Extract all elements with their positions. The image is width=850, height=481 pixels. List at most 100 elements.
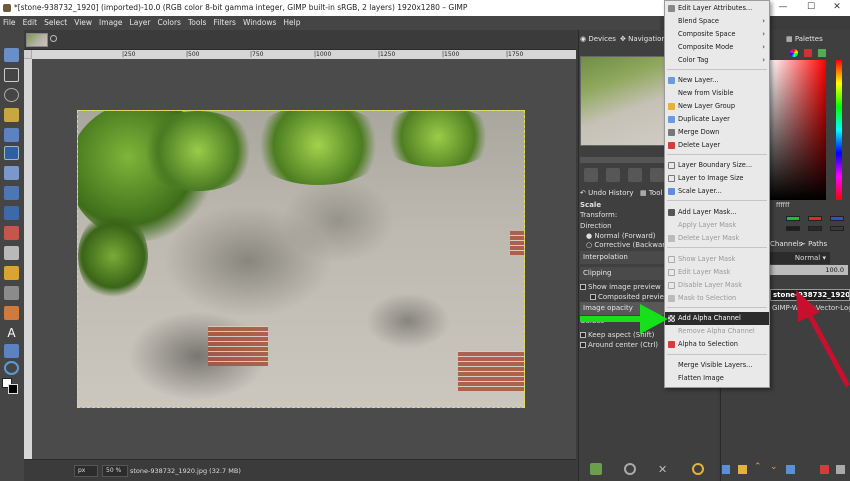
tab-tool-options[interactable]: ▦ Tool xyxy=(640,187,662,199)
around-center-checkbox[interactable]: Around center (Ctrl) xyxy=(580,340,658,350)
bucket-fill-tool-icon[interactable] xyxy=(4,206,19,220)
delete-layer-icon[interactable] xyxy=(820,465,829,474)
menu-colors[interactable]: Colors xyxy=(154,16,185,30)
menu-disable-layer-mask[interactable]: Disable Layer Mask xyxy=(665,279,769,292)
menu-color-tag[interactable]: Color Tag › xyxy=(665,54,769,67)
rect-select-tool-icon[interactable] xyxy=(4,68,19,82)
zoom-slider[interactable] xyxy=(580,157,666,163)
warp-tool-icon[interactable] xyxy=(4,166,19,180)
menu-flatten-image[interactable]: Flatten Image xyxy=(665,372,769,385)
menu-select[interactable]: Select xyxy=(41,16,71,30)
delete-options-icon[interactable]: ✕ xyxy=(658,463,667,476)
tab-navigation[interactable]: ✥ Navigation xyxy=(620,33,666,45)
color-history-swatch[interactable] xyxy=(808,226,822,231)
restore-options-icon[interactable] xyxy=(624,463,636,475)
menu-add-layer-mask[interactable]: Add Layer Mask... xyxy=(665,206,769,219)
color-wheel-icon[interactable] xyxy=(790,49,798,57)
menu-merge-down[interactable]: Merge Down xyxy=(665,126,769,139)
watercolor-icon[interactable] xyxy=(818,49,826,57)
menu-show-layer-mask[interactable]: Show Layer Mask xyxy=(665,253,769,266)
new-layer-group-icon[interactable] xyxy=(738,465,747,474)
maximize-button[interactable]: ☐ xyxy=(798,0,824,16)
menu-filters[interactable]: Filters xyxy=(210,16,239,30)
menu-new-from-visible[interactable]: New from Visible xyxy=(665,87,769,100)
eraser-tool-icon[interactable] xyxy=(4,246,19,260)
menu-edit[interactable]: Edit xyxy=(20,16,42,30)
layer-mode-select[interactable]: Normal ▾ xyxy=(770,252,830,264)
save-options-icon[interactable] xyxy=(590,463,602,475)
minimize-button[interactable]: — xyxy=(770,0,796,16)
menu-composite-space[interactable]: Composite Space › xyxy=(665,28,769,41)
layer-opacity-slider[interactable]: 100.0 xyxy=(770,265,848,275)
color-selector-square[interactable] xyxy=(770,60,826,200)
unit-select[interactable]: px xyxy=(74,465,98,477)
new-layer-icon[interactable] xyxy=(722,465,730,474)
zoom-in-icon[interactable] xyxy=(606,168,620,182)
menu-layer[interactable]: Layer xyxy=(127,16,155,30)
text-tool-icon[interactable]: A xyxy=(4,326,19,340)
color-history-swatch[interactable] xyxy=(808,216,822,221)
scale-tool-icon[interactable] xyxy=(4,146,19,160)
reset-options-icon[interactable] xyxy=(692,463,704,475)
zoom-out-icon[interactable] xyxy=(584,168,598,182)
menu-merge-visible-layers[interactable]: Merge Visible Layers... xyxy=(665,359,769,372)
raise-layer-icon[interactable]: ⌃ xyxy=(754,462,762,472)
hue-slider[interactable] xyxy=(836,60,842,200)
clipping-select[interactable]: Clipping xyxy=(580,267,666,280)
menu-add-alpha-channel[interactable]: Add Alpha Channel xyxy=(665,312,769,325)
clone-tool-icon[interactable] xyxy=(4,266,19,280)
menu-tools[interactable]: Tools xyxy=(185,16,210,30)
move-tool-icon[interactable] xyxy=(4,48,19,62)
menu-edit-layer-mask[interactable]: Edit Layer Mask xyxy=(665,266,769,279)
navigation-preview[interactable] xyxy=(580,56,666,146)
duplicate-layer-icon[interactable] xyxy=(786,465,795,474)
tab-channels[interactable]: Channels xyxy=(770,238,802,250)
dodge-tool-icon[interactable] xyxy=(4,306,19,320)
unified-transform-tool-icon[interactable] xyxy=(4,186,19,200)
smudge-tool-icon[interactable] xyxy=(4,286,19,300)
zoom-window-icon[interactable] xyxy=(650,168,664,182)
tab-paths[interactable]: ➣ Paths xyxy=(800,238,827,250)
vertical-ruler[interactable] xyxy=(24,59,32,459)
ruler-corner[interactable] xyxy=(24,50,32,59)
background-color-swatch[interactable] xyxy=(8,384,18,394)
show-image-preview-checkbox[interactable]: Show image preview xyxy=(580,282,661,292)
menu-remove-alpha-channel[interactable]: Remove Alpha Channel xyxy=(665,325,769,338)
menu-apply-layer-mask[interactable]: Apply Layer Mask xyxy=(665,219,769,232)
color-history-swatch[interactable] xyxy=(786,226,800,231)
menu-alpha-to-selection[interactable]: Alpha to Selection xyxy=(665,338,769,351)
horizontal-ruler[interactable]: |250 |500 |750 |1000 |1250 |1500 |1750 xyxy=(32,50,576,59)
menu-image[interactable]: Image xyxy=(96,16,127,30)
menu-duplicate-layer[interactable]: Duplicate Layer xyxy=(665,113,769,126)
menu-new-layer[interactable]: New Layer... xyxy=(665,74,769,87)
cmyk-icon[interactable] xyxy=(804,49,812,57)
color-history-swatch[interactable] xyxy=(786,216,800,221)
menu-layer-boundary-size[interactable]: Layer Boundary Size... xyxy=(665,159,769,172)
menu-composite-mode[interactable]: Composite Mode › xyxy=(665,41,769,54)
menu-delete-layer-mask[interactable]: Delete Layer Mask xyxy=(665,232,769,245)
menu-file[interactable]: File xyxy=(0,16,20,30)
color-history-swatch[interactable] xyxy=(830,226,844,231)
menu-new-layer-group[interactable]: New Layer Group xyxy=(665,100,769,113)
image-tab-thumbnail[interactable] xyxy=(26,33,48,47)
tab-palettes[interactable]: ▦ Palettes xyxy=(786,33,823,45)
paintbrush-tool-icon[interactable] xyxy=(4,226,19,240)
lower-layer-icon[interactable]: ⌄ xyxy=(770,462,778,472)
menu-view[interactable]: View xyxy=(71,16,96,30)
interpolation-select[interactable]: Interpolation xyxy=(580,251,666,264)
menu-windows[interactable]: Windows xyxy=(240,16,280,30)
color-picker-tool-icon[interactable] xyxy=(4,344,19,358)
anchor-layer-icon[interactable] xyxy=(836,465,845,474)
menu-delete-layer[interactable]: Delete Layer xyxy=(665,139,769,152)
menu-mask-to-selection[interactable]: Mask to Selection xyxy=(665,292,769,305)
menu-blend-space[interactable]: Blend Space › xyxy=(665,15,769,28)
zoom-tool-icon[interactable] xyxy=(4,361,19,375)
menu-scale-layer[interactable]: Scale Layer... xyxy=(665,185,769,198)
menu-layer-to-image-size[interactable]: Layer to Image Size xyxy=(665,172,769,185)
lasso-tool-icon[interactable] xyxy=(4,88,19,102)
tab-devices[interactable]: ◉ Devices xyxy=(580,33,616,45)
fuzzy-select-tool-icon[interactable] xyxy=(4,108,19,122)
close-button[interactable]: ✕ xyxy=(824,0,850,16)
zoom-select[interactable]: 50 % xyxy=(102,465,128,477)
zoom-fit-icon[interactable] xyxy=(628,168,642,182)
